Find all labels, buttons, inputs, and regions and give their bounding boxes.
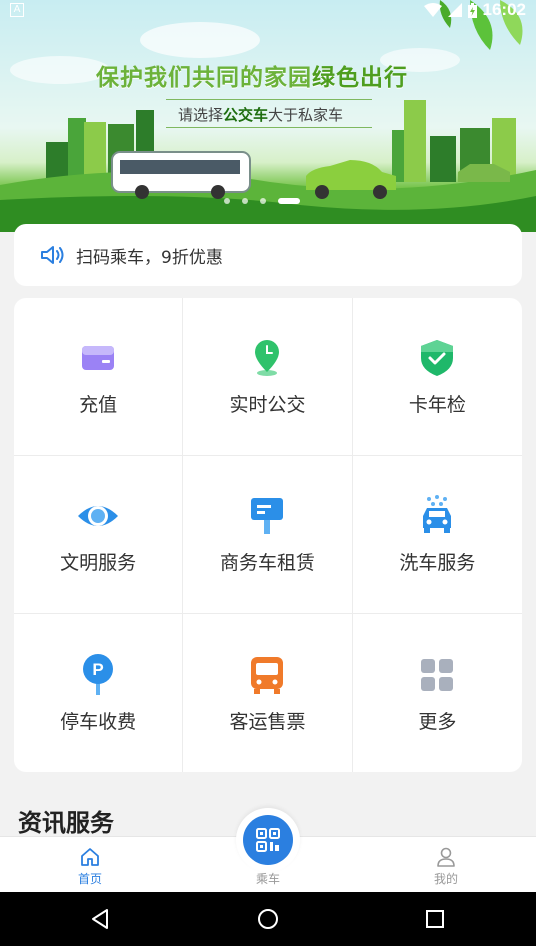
service-passenger-ticket[interactable]: 客运售票 [183,614,353,772]
home-circle-icon[interactable] [255,906,281,932]
service-label: 商务车租赁 [219,552,315,574]
clock-pin-icon [255,340,280,376]
service-label: 更多 [418,710,457,733]
parking-icon: P [83,653,114,695]
service-label: 卡年检 [408,394,466,416]
service-parking-fee[interactable]: P 停车收费 [14,614,184,772]
home-icon [81,848,99,866]
qr-code-icon [256,828,280,852]
battery-icon [467,2,477,18]
back-icon[interactable] [88,906,114,932]
nav-mine-label: 我的 [433,872,458,886]
banner-dot[interactable] [224,198,230,204]
status-bar: A 16:02 [0,0,536,22]
scan-ride-button[interactable] [236,808,300,872]
service-more[interactable]: 更多 [353,614,522,772]
grid-more-icon [421,658,454,691]
status-time: 16:02 [482,0,526,19]
service-label: 客运售票 [229,710,306,733]
service-grid: 充值 实时公交 卡年检 文明服务 商务车租赁 洗车服务 P 停车收费 客运售票 … [14,298,522,772]
notice-bar[interactable]: 扫码乘车，9折优惠 [14,224,522,286]
scan-ride-button-inner [243,815,293,865]
banner-dot[interactable] [260,198,266,204]
notice-text: 扫码乘车，9折优惠 [76,247,223,268]
service-label: 洗车服务 [399,552,476,574]
speaker-icon [41,246,64,264]
bus-icon [251,656,284,694]
banner-pagination [224,198,300,204]
service-car-wash[interactable]: 洗车服务 [352,456,522,614]
banner-dot[interactable] [242,198,248,204]
svg-text:P: P [92,660,103,679]
system-navigation-bar [0,892,536,946]
nav-mine[interactable]: 我的 [396,837,496,893]
service-label: 停车收费 [60,710,137,733]
service-label: 充值 [79,394,118,416]
status-right: 16:02 [423,0,526,20]
section-title-news: 资讯服务 [18,809,114,837]
banner-title: 保护我们共同的家园绿色出行 [96,65,408,91]
service-civilized[interactable]: 文明服务 [14,456,184,614]
service-recharge[interactable]: 充值 [14,298,184,456]
service-label: 实时公交 [229,394,306,416]
wifi-icon [423,3,442,17]
promo-banner[interactable]: 保护我们共同的家园绿色出行 请选择公交车大于私家车 [0,0,536,232]
app-notification-icon: A [10,3,24,17]
service-annual-check[interactable]: 卡年检 [352,298,522,456]
banner-divider-top [166,99,372,100]
signpost-icon [251,498,284,534]
shield-check-icon [421,340,454,376]
service-realtime-bus[interactable]: 实时公交 [183,298,353,456]
user-icon [437,847,455,867]
card-icon [82,346,115,370]
car-wash-icon [423,495,452,533]
nav-home[interactable]: 首页 [40,837,140,893]
eye-icon [78,506,119,526]
signal-icon [447,3,462,17]
banner-subtitle: 请选择公交车大于私家车 [178,106,344,124]
service-business-rental[interactable]: 商务车租赁 [183,456,353,614]
recent-apps-icon[interactable] [422,906,448,932]
nav-ride-label: 乘车 [255,872,280,886]
service-label: 文明服务 [60,552,137,574]
nav-home-label: 首页 [77,872,102,886]
banner-dot-active[interactable] [278,198,300,204]
banner-divider-bottom [166,127,372,128]
